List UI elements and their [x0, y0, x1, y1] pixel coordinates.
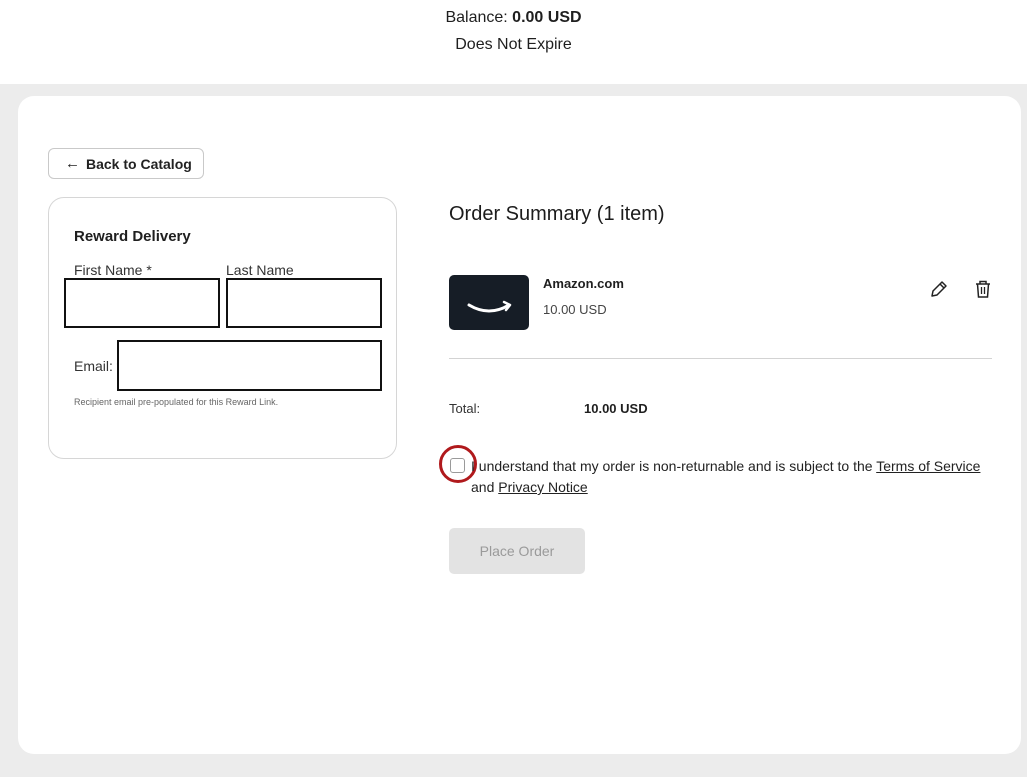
pencil-icon[interactable] — [928, 278, 950, 300]
terms-of-service-link[interactable]: Terms of Service — [876, 458, 980, 474]
amazon-smile-logo — [467, 300, 512, 313]
email-label: Email: f — [74, 358, 121, 374]
last-name-label: Last Name — [226, 262, 294, 278]
first-name-field[interactable] — [64, 278, 220, 328]
summary-divider — [449, 358, 992, 359]
product-price: 10.00 USD — [543, 302, 607, 317]
total-label: Total: — [449, 401, 481, 416]
back-button-label: Back to Catalog — [86, 155, 192, 172]
reward-delivery-panel: Reward Delivery First Name * Last Name E… — [48, 197, 397, 459]
product-name: Amazon.com — [543, 276, 624, 291]
terms-agreement-text: I understand that my order is non-return… — [471, 456, 991, 498]
email-field[interactable] — [117, 340, 382, 391]
total-value: 10.00 USD — [584, 401, 648, 416]
order-summary-title: Order Summary (1 item) — [449, 203, 665, 225]
balance-line: Balance: 0.00 USD — [0, 9, 1027, 27]
email-note: Recipient email pre-populated for this R… — [74, 397, 279, 407]
reward-delivery-title: Reward Delivery — [74, 228, 191, 245]
amazon-logo-thumbnail — [449, 275, 529, 330]
balance-header: Balance: 0.00 USD Does Not Expire — [0, 0, 1027, 84]
balance-amount: 0.00 USD — [512, 9, 582, 26]
back-to-catalog-button[interactable]: ← Back to Catalog — [48, 148, 204, 179]
balance-expiry: Does Not Expire — [455, 36, 572, 53]
terms-middle: and — [471, 479, 499, 495]
last-name-field[interactable] — [226, 278, 382, 328]
place-order-button[interactable]: Place Order — [449, 528, 585, 574]
balance-label: Balance: — [445, 9, 508, 26]
privacy-notice-link[interactable]: Privacy Notice — [498, 479, 587, 495]
first-name-label: First Name * — [74, 262, 152, 278]
terms-prefix: I understand that my order is non-return… — [471, 458, 877, 474]
trash-icon[interactable] — [972, 278, 994, 300]
arrow-left-icon: ← — [65, 155, 80, 172]
